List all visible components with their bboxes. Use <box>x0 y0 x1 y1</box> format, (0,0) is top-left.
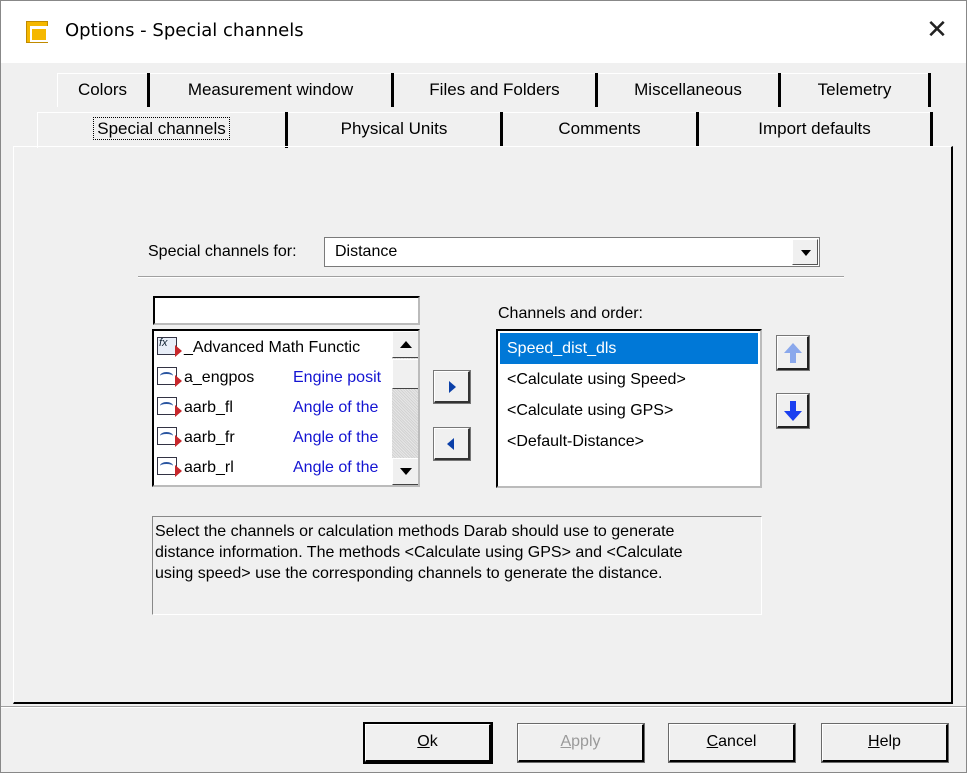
channel-name: _Advanced Math Functic <box>184 339 361 356</box>
channels-order-list[interactable]: Speed_dist_dls <Calculate using Speed> <… <box>496 329 762 488</box>
add-channel-button[interactable] <box>433 370 471 404</box>
chevron-down-icon[interactable] <box>792 239 818 265</box>
tab-label: Files and Folders <box>429 80 560 99</box>
tab-colors[interactable]: Colors <box>57 73 150 107</box>
list-item[interactable]: _Advanced Math Functic <box>154 333 394 363</box>
app-icon <box>26 21 48 43</box>
scrollbar-thumb[interactable] <box>392 359 418 389</box>
channel-description: Engine posit <box>293 369 382 386</box>
scroll-down-button[interactable] <box>392 458 418 485</box>
tab-label: Miscellaneous <box>634 80 742 99</box>
footer-separator <box>1 706 966 708</box>
list-item[interactable]: <Default-Distance> <box>500 426 758 457</box>
remove-channel-button[interactable] <box>433 427 471 461</box>
tab-measurement-window[interactable]: Measurement window <box>150 73 394 107</box>
description-line: Select the channels or calculation metho… <box>155 523 675 540</box>
tab-physical-units[interactable]: Physical Units <box>288 112 503 146</box>
tab-label: Special channels <box>93 117 230 140</box>
tab-files-and-folders[interactable]: Files and Folders <box>394 73 598 107</box>
channel-name: aarb_fl <box>184 399 233 416</box>
close-button[interactable]: ✕ <box>919 15 955 47</box>
signal-channel-icon <box>157 457 182 477</box>
tab-label: Physical Units <box>340 119 448 138</box>
list-item[interactable]: <Calculate using GPS> <box>500 395 758 426</box>
channel-description: Angle of the <box>293 429 379 446</box>
signal-channel-icon <box>157 427 182 447</box>
list-item[interactable]: Speed_dist_dls <box>500 333 758 364</box>
tab-label: Import defaults <box>758 119 871 138</box>
move-down-button[interactable] <box>776 393 810 429</box>
list-item[interactable]: aarb_rl Angle of the <box>154 453 394 483</box>
apply-button[interactable]: Apply <box>517 723 645 763</box>
tab-import-defaults[interactable]: Import defaults <box>699 112 933 146</box>
channels-order-label: Channels and order: <box>498 305 643 322</box>
channel-description: Angle of the <box>293 459 379 476</box>
description-box: Select the channels or calculation metho… <box>152 516 762 615</box>
special-channels-label: Special channels for: <box>148 243 297 260</box>
description-line: distance information. The methods <Calcu… <box>155 544 683 561</box>
signal-channel-icon <box>157 367 182 387</box>
help-button[interactable]: Help <box>821 723 949 763</box>
title-bar: Options - Special channels ✕ <box>1 1 966 63</box>
description-line: using speed> use the corresponding chann… <box>155 565 663 582</box>
function-channel-icon <box>157 337 182 357</box>
list-item[interactable]: aarb_fr Angle of the <box>154 423 394 453</box>
available-channels-list[interactable]: _Advanced Math Functic a_engpos Engine p… <box>152 329 420 487</box>
tab-telemetry[interactable]: Telemetry <box>781 73 931 107</box>
channel-description: Angle of the <box>293 399 379 416</box>
ok-button[interactable]: Ok <box>363 722 493 764</box>
tab-comments[interactable]: Comments <box>503 112 699 146</box>
tab-label: Colors <box>77 80 128 99</box>
signal-channel-icon <box>157 397 182 417</box>
tab-label: Comments <box>558 119 641 138</box>
tab-special-channels[interactable]: Special channels <box>37 112 288 148</box>
list-item[interactable]: <Calculate using Speed> <box>500 364 758 395</box>
tab-label: Measurement window <box>187 80 354 99</box>
channel-name: a_engpos <box>184 369 255 386</box>
tab-label: Telemetry <box>817 80 892 99</box>
move-up-button[interactable] <box>776 335 810 371</box>
dropdown-value: Distance <box>335 243 398 260</box>
list-item[interactable]: a_engpos Engine posit <box>154 363 394 393</box>
arrow-down-icon <box>784 411 802 421</box>
window-title: Options - Special channels <box>65 20 304 41</box>
cancel-button[interactable]: Cancel <box>668 723 796 763</box>
special-channels-dropdown[interactable]: Distance <box>324 237 820 267</box>
channel-filter-input[interactable] <box>153 296 420 325</box>
arrow-up-icon <box>784 343 802 353</box>
separator <box>138 276 844 278</box>
options-dialog: Options - Special channels ✕ Colors Meas… <box>0 0 967 773</box>
list-item[interactable]: aarb_fl Angle of the <box>154 393 394 423</box>
vertical-scrollbar[interactable] <box>392 331 418 485</box>
tab-miscellaneous[interactable]: Miscellaneous <box>598 73 781 107</box>
scroll-up-button[interactable] <box>392 331 418 358</box>
channel-name: aarb_rl <box>184 459 234 476</box>
channel-name: aarb_fr <box>184 429 235 446</box>
